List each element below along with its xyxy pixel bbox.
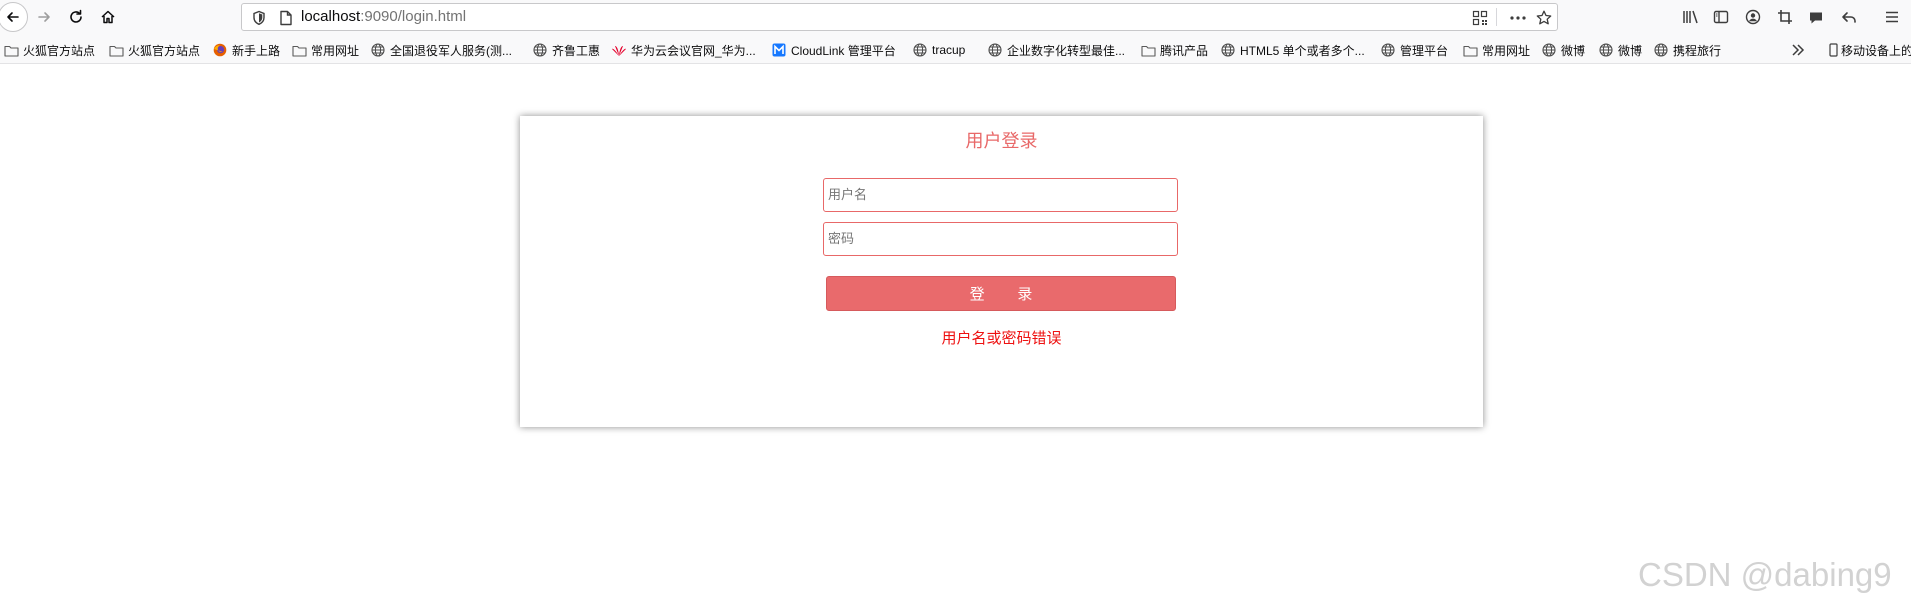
page-icon[interactable] bbox=[279, 10, 293, 26]
bookmark-label: 常用网址 bbox=[1482, 43, 1531, 58]
username-input[interactable] bbox=[823, 178, 1178, 212]
globe-icon bbox=[1541, 42, 1557, 58]
login-title: 用户登录 bbox=[965, 131, 1038, 152]
chevron-double-right-icon bbox=[1792, 44, 1805, 56]
globe-icon bbox=[1220, 42, 1236, 58]
bookmark-label: 新手上路 bbox=[232, 43, 281, 58]
bookmark-item[interactable]: 常用网址 bbox=[291, 41, 359, 59]
star-icon[interactable] bbox=[1536, 10, 1552, 26]
bookmark-item[interactable]: HTML5 单个或者多个... bbox=[1220, 41, 1365, 59]
bookmark-item[interactable]: 华为云会议官网_华为... bbox=[611, 41, 756, 59]
back-button[interactable] bbox=[0, 2, 28, 32]
bookmark-label: 华为云会议官网_华为... bbox=[631, 43, 756, 58]
bookmark-item[interactable]: 微博 bbox=[1598, 41, 1642, 59]
bookmark-item[interactable]: 火狐官方站点 bbox=[3, 41, 95, 59]
folder-icon bbox=[1462, 42, 1478, 58]
error-message: 用户名或密码错误 bbox=[941, 329, 1062, 347]
huawei-icon bbox=[611, 42, 627, 58]
folder-icon bbox=[108, 42, 124, 58]
globe-icon bbox=[1380, 42, 1396, 58]
bookmark-label: tracup bbox=[932, 43, 966, 57]
bookmark-label: 管理平台 bbox=[1400, 43, 1449, 58]
globe-icon bbox=[1653, 42, 1669, 58]
globe-icon bbox=[987, 42, 1003, 58]
home-icon bbox=[101, 10, 115, 24]
bookmarks-bar: 移动设备上的书签 火狐官方站点 火狐官方站点 新手上路 常用网址 全国退役军人服务(测.… bbox=[0, 34, 1911, 64]
bookmark-item[interactable]: tracup bbox=[912, 41, 965, 59]
reload-icon bbox=[70, 9, 82, 23]
login-button[interactable]: 登 录 bbox=[826, 276, 1176, 311]
bookmark-label: 火狐官方站点 bbox=[23, 43, 96, 58]
globe-icon bbox=[370, 42, 386, 58]
shield-icon[interactable] bbox=[252, 10, 266, 26]
chat-icon[interactable] bbox=[1808, 9, 1824, 25]
bookmark-label: 企业数字化转型最佳... bbox=[1007, 43, 1126, 58]
bookmark-label: 全国退役军人服务(测... bbox=[390, 43, 512, 58]
globe-icon bbox=[532, 42, 548, 58]
firefox-icon bbox=[212, 42, 228, 58]
arrow-left-icon bbox=[7, 12, 19, 22]
sidebar-icon[interactable] bbox=[1713, 9, 1729, 25]
crop-icon[interactable] bbox=[1777, 9, 1793, 25]
url-host: localhost bbox=[301, 8, 361, 25]
url-bar[interactable]: localhost:9090/login.html bbox=[241, 3, 1558, 31]
bookmark-label: 微博 bbox=[1618, 43, 1643, 58]
login-card: 用户登录 登 录 用户名或密码错误 bbox=[520, 116, 1483, 427]
url-path: :9090/login.html bbox=[360, 8, 467, 25]
bookmark-item[interactable]: 常用网址 bbox=[1462, 41, 1530, 59]
bookmark-item[interactable]: 企业数字化转型最佳... bbox=[987, 41, 1125, 59]
bookmark-label: 齐鲁工惠 bbox=[552, 43, 601, 58]
bookmark-item[interactable]: CloudLink 管理平台 bbox=[771, 41, 896, 59]
browser-toolbar: localhost:9090/login.html bbox=[0, 0, 1911, 34]
overflow-button[interactable] bbox=[1791, 41, 1805, 59]
forward-button[interactable] bbox=[31, 4, 57, 30]
bookmark-item[interactable]: 微博 bbox=[1541, 41, 1585, 59]
globe-icon bbox=[1598, 42, 1614, 58]
bookmark-item[interactable]: 齐鲁工惠 bbox=[532, 41, 600, 59]
bookmark-item[interactable]: 全国退役军人服务(测... bbox=[370, 41, 512, 59]
qr-code-icon[interactable] bbox=[1472, 10, 1488, 26]
mobile-phone-icon bbox=[1828, 42, 1838, 58]
menu-icon[interactable] bbox=[1884, 9, 1900, 25]
bookmark-label: HTML5 单个或者多个... bbox=[1240, 43, 1365, 58]
home-button[interactable] bbox=[95, 4, 121, 30]
watermark: CSDN @dabing9 bbox=[1638, 556, 1892, 593]
more-actions-icon[interactable] bbox=[1509, 10, 1527, 26]
account-icon[interactable] bbox=[1745, 9, 1761, 25]
bookmark-label: 火狐官方站点 bbox=[128, 43, 201, 58]
folder-icon bbox=[291, 42, 307, 58]
library-icon[interactable] bbox=[1682, 9, 1700, 25]
bookmark-item[interactable]: 新手上路 bbox=[212, 41, 280, 59]
bookmark-label: CloudLink 管理平台 bbox=[791, 43, 896, 58]
url-divider bbox=[1496, 8, 1497, 26]
reload-button[interactable] bbox=[63, 4, 89, 30]
bookmark-item[interactable]: 管理平台 bbox=[1380, 41, 1448, 59]
mobile-bookmarks-label: 移动设备上的书签 bbox=[1841, 43, 1911, 58]
arrow-right-icon bbox=[38, 12, 50, 22]
globe-icon bbox=[912, 42, 928, 58]
mobile-bookmarks[interactable]: 移动设备上的书签 bbox=[1828, 41, 1911, 59]
url-text[interactable]: localhost:9090/login.html bbox=[301, 8, 466, 25]
bookmark-label: 腾讯产品 bbox=[1160, 43, 1209, 58]
password-input[interactable] bbox=[823, 222, 1178, 256]
bookmark-label: 常用网址 bbox=[311, 43, 360, 58]
folder-icon bbox=[1140, 42, 1156, 58]
bookmark-label: 微博 bbox=[1561, 43, 1586, 58]
bookmark-item[interactable]: 腾讯产品 bbox=[1140, 41, 1208, 59]
bookmark-label: 携程旅行 bbox=[1673, 43, 1722, 58]
folder-icon bbox=[3, 42, 19, 58]
bookmark-item[interactable]: 火狐官方站点 bbox=[108, 41, 200, 59]
bookmark-item[interactable]: 携程旅行 bbox=[1653, 41, 1721, 59]
undo-icon[interactable] bbox=[1841, 9, 1857, 25]
cloudlink-icon bbox=[771, 42, 787, 58]
